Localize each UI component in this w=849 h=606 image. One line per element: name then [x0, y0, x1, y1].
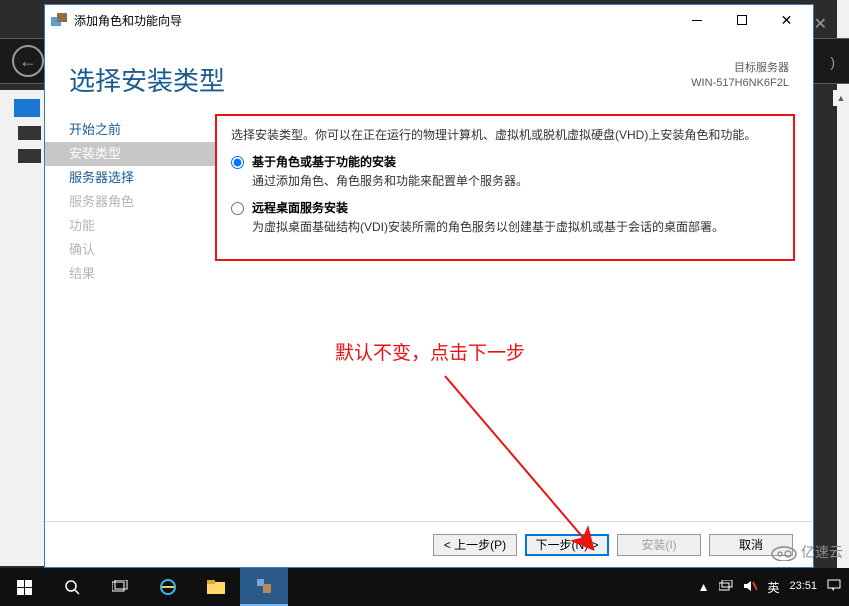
option-role-based-desc: 通过添加角色、角色服务和功能来配置单个服务器。 — [231, 172, 779, 189]
search-button[interactable] — [48, 568, 96, 606]
nav-install-type[interactable]: 安装类型 — [45, 142, 215, 166]
taskbar-ie[interactable] — [144, 568, 192, 606]
nav-server-selection[interactable]: 服务器选择 — [45, 166, 215, 190]
nav-results: 结果 — [45, 262, 215, 286]
tray-volume-icon[interactable] — [743, 580, 757, 595]
action-center-icon[interactable] — [827, 579, 841, 595]
window-title: 添加角色和功能向导 — [74, 12, 182, 29]
wizard-content: 选择安装类型。你可以在正在运行的物理计算机、虚拟机或脱机虚拟硬盘(VHD)上安装… — [215, 108, 813, 521]
watermark-text: 亿速云 — [801, 542, 843, 562]
nav-server-roles: 服务器角色 — [45, 190, 215, 214]
title-bar: 添加角色和功能向导 ✕ — [45, 5, 813, 35]
background-close: ✕ — [814, 14, 827, 34]
background-label: ) — [830, 54, 835, 70]
taskbar-server-manager[interactable] — [240, 568, 288, 606]
annotation-text: 默认不变，点击下一步 — [335, 338, 525, 365]
minimize-button[interactable] — [674, 6, 719, 35]
target-server-info: 目标服务器 WIN-517H6NK6F2L — [691, 61, 789, 92]
wizard-footer: < 上一步(P) 下一步(N) > 安装(I) 取消 — [45, 521, 813, 567]
tray-chevron-up-icon[interactable]: ▲ — [698, 580, 710, 594]
background-back-button: ← — [12, 45, 44, 77]
nav-before-begin[interactable]: 开始之前 — [45, 118, 215, 142]
tray-ime-lang[interactable]: 英 — [767, 579, 779, 596]
install-button: 安装(I) — [617, 534, 701, 556]
option-role-based[interactable]: 基于角色或基于功能的安装 通过添加角色、角色服务和功能来配置单个服务器。 — [231, 153, 779, 189]
target-name: WIN-517H6NK6F2L — [691, 76, 789, 91]
option-rds-desc: 为虚拟桌面基础结构(VDI)安装所需的角色服务以创建基于虚拟机或基于会话的桌面部… — [231, 218, 779, 235]
option-rds-title: 远程桌面服务安装 — [252, 199, 348, 216]
app-icon — [51, 13, 67, 27]
intro-text: 选择安装类型。你可以在正在运行的物理计算机、虚拟机或脱机虚拟硬盘(VHD)上安装… — [231, 126, 779, 143]
radio-rds[interactable] — [231, 202, 244, 215]
close-button[interactable]: ✕ — [764, 6, 809, 35]
nav-features: 功能 — [45, 214, 215, 238]
start-button[interactable] — [0, 568, 48, 606]
tray-clock[interactable]: 23:51 — [789, 580, 817, 593]
option-rds[interactable]: 远程桌面服务安装 为虚拟桌面基础结构(VDI)安装所需的角色服务以创建基于虚拟机… — [231, 199, 779, 235]
option-role-based-title: 基于角色或基于功能的安装 — [252, 153, 396, 170]
next-button[interactable]: 下一步(N) > — [525, 534, 609, 556]
tray-network-icon[interactable] — [719, 580, 733, 595]
nav-confirm: 确认 — [45, 238, 215, 262]
radio-role-based[interactable] — [231, 156, 244, 169]
task-view-button[interactable] — [96, 568, 144, 606]
system-tray: ▲ 英 20 23:51 — [690, 568, 849, 606]
taskbar: ▲ 英 20 23:51 — [0, 568, 849, 606]
wizard-window: 添加角色和功能向导 ✕ 选择安装类型 目标服务器 WIN-517H6NK6F2L… — [44, 4, 814, 568]
strip-dashboard-icon[interactable] — [14, 99, 40, 117]
scroll-up-button[interactable]: ▲ — [833, 90, 849, 106]
wizard-nav: 开始之前 安装类型 服务器选择 服务器角色 功能 确认 结果 — [45, 108, 215, 521]
page-title: 选择安装类型 — [69, 61, 691, 98]
target-label: 目标服务器 — [691, 61, 789, 76]
prev-button[interactable]: < 上一步(P) — [433, 534, 517, 556]
strip-servers-icon[interactable] — [18, 126, 41, 140]
highlight-box: 选择安装类型。你可以在正在运行的物理计算机、虚拟机或脱机虚拟硬盘(VHD)上安装… — [215, 114, 795, 261]
watermark: 亿速云 — [771, 542, 843, 562]
maximize-button[interactable] — [719, 6, 764, 35]
strip-all-servers-icon[interactable] — [18, 149, 41, 163]
left-icon-strip — [0, 90, 44, 566]
tray-time: 23:51 — [789, 580, 817, 593]
taskbar-explorer[interactable] — [192, 568, 240, 606]
